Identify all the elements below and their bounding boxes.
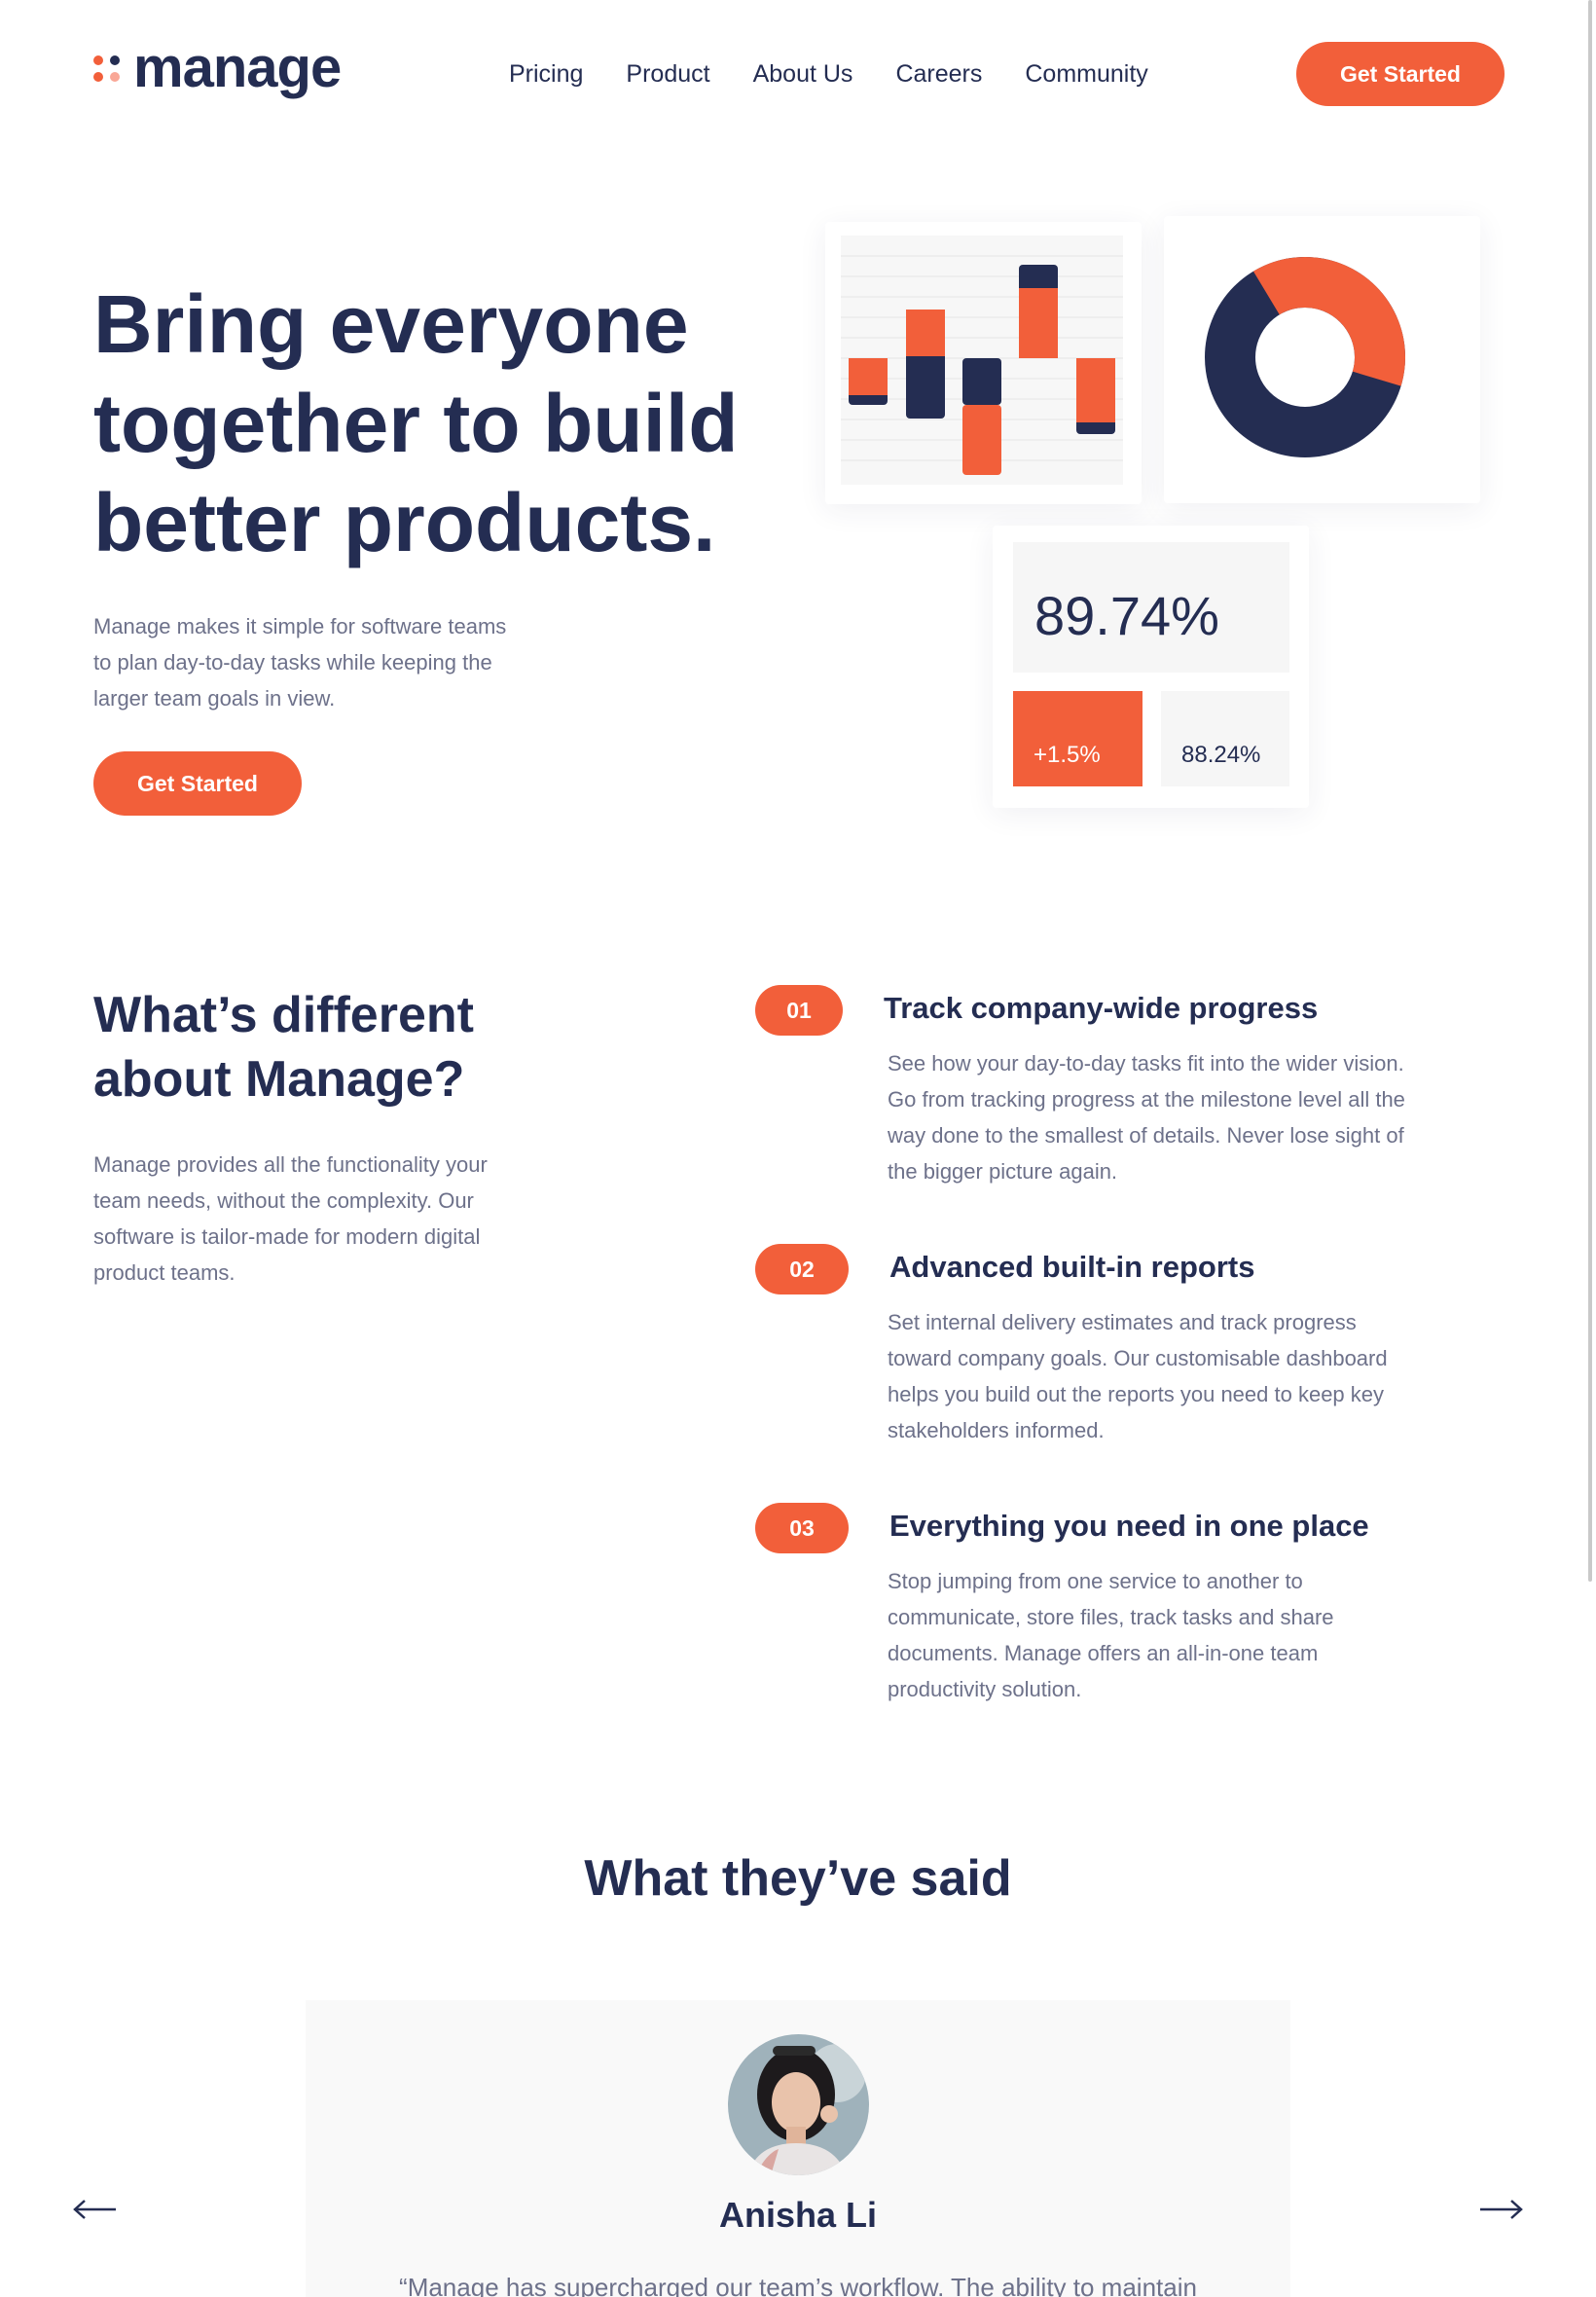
carousel-prev-button[interactable] <box>66 2185 125 2234</box>
feature-number-badge: 03 <box>755 1503 849 1553</box>
logo-dot <box>93 55 103 65</box>
logo[interactable]: manage <box>93 36 342 99</box>
logo-dot <box>93 71 103 82</box>
arrow-left-icon <box>73 2200 116 2219</box>
feature-title: Track company-wide progress <box>884 991 1319 1025</box>
stat-main-value: 89.74% <box>1013 542 1289 673</box>
main-nav: Pricing Product About Us Careers Communi… <box>509 56 1191 91</box>
avatar-portrait-icon <box>728 2034 869 2175</box>
testimonial-name: Anisha Li <box>718 2195 878 2235</box>
logo-dot <box>110 55 120 65</box>
feature-title: Everything you need in one place <box>889 1509 1369 1543</box>
avatar <box>728 2034 869 2175</box>
donut-chart-graphic <box>1205 257 1405 457</box>
nav-link-product[interactable]: Product <box>626 56 709 91</box>
feature-number-badge: 02 <box>755 1244 849 1294</box>
logo-dots-icon <box>93 55 120 82</box>
donut-chart-illustration <box>1164 216 1480 503</box>
testimonial-quote: “Manage has supercharged our team’s work… <box>399 2273 1197 2297</box>
feature-number-badge: 01 <box>755 985 843 1036</box>
stat-change-value: +1.5% <box>1013 691 1143 786</box>
nav-link-about-us[interactable]: About Us <box>753 56 853 91</box>
arrow-right-icon <box>1480 2200 1523 2219</box>
feature-title: Advanced built-in reports <box>889 1250 1255 1284</box>
logo-wordmark: manage <box>133 36 342 99</box>
hero-description: Manage makes it simple for software team… <box>93 614 507 711</box>
nav-link-community[interactable]: Community <box>1025 56 1147 91</box>
features-description: Manage provides all the functionality yo… <box>93 1152 488 1285</box>
features-title: What’s different about Manage? <box>93 987 474 1108</box>
feature-description: Stop jumping from one service to another… <box>888 1569 1334 1701</box>
logo-dot <box>110 71 120 82</box>
nav-link-pricing[interactable]: Pricing <box>509 56 583 91</box>
feature-description: See how your day-to-day tasks fit into t… <box>888 1051 1405 1184</box>
page-scrollbar[interactable] <box>1588 0 1592 1582</box>
feature-description: Set internal delivery estimates and trac… <box>888 1310 1388 1442</box>
stat-secondary-value: 88.24% <box>1161 691 1289 786</box>
bar-chart-graphic <box>841 236 1123 485</box>
bar-chart-illustration <box>825 222 1142 504</box>
nav-link-careers[interactable]: Careers <box>895 56 982 91</box>
hero-get-started-button[interactable]: Get Started <box>93 751 302 816</box>
testimonials-title: What they’ve said <box>584 1850 1012 1907</box>
header-get-started-button[interactable]: Get Started <box>1296 42 1505 106</box>
hero-title: Bring everyone together to build better … <box>93 278 739 568</box>
carousel-next-button[interactable] <box>1471 2185 1530 2234</box>
stats-illustration: 89.74% +1.5% 88.24% <box>993 526 1309 808</box>
